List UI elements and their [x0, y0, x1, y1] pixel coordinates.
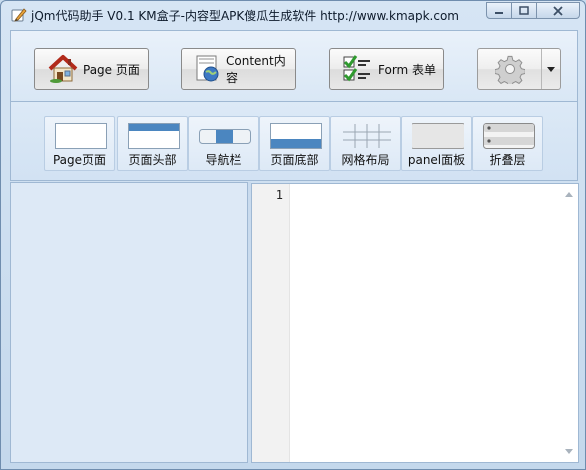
- scroll-down-arrow-icon[interactable]: [565, 449, 573, 454]
- component-label: 页面头部: [128, 153, 177, 167]
- content-button-label: Content内容: [226, 54, 286, 85]
- maximize-icon: [519, 6, 529, 15]
- window-title: jQm代码助手 V0.1 KM盒子-内容型APK傻瓜生成软件 http://ww…: [31, 9, 459, 23]
- gear-icon: [494, 55, 525, 84]
- title-bar[interactable]: jQm代码助手 V0.1 KM盒子-内容型APK傻瓜生成软件 http://ww…: [1, 1, 585, 29]
- settings-button[interactable]: [478, 49, 542, 89]
- component-label: panel面板: [407, 153, 466, 167]
- content-button[interactable]: Content内容: [181, 48, 296, 90]
- vertical-scrollbar[interactable]: [561, 184, 578, 462]
- close-icon: [553, 5, 563, 16]
- grid-preview-icon: [343, 124, 391, 148]
- component-palette: Page页面 页面头部 导航栏 页面底部 网格布局 panel面板 折叠层: [10, 101, 578, 181]
- footer-preview-icon: [270, 123, 322, 149]
- house-icon: [48, 55, 78, 83]
- scroll-up-arrow-icon[interactable]: [565, 192, 573, 197]
- form-button-label: Form 表单: [378, 62, 437, 77]
- chevron-down-icon: [547, 66, 555, 72]
- component-label: 折叠层: [489, 153, 526, 167]
- checklist-icon: [343, 55, 370, 82]
- settings-split-button: [477, 48, 561, 90]
- close-button[interactable]: [536, 2, 580, 19]
- pencil-app-icon: [11, 7, 27, 23]
- form-button[interactable]: Form 表单: [329, 48, 444, 90]
- panel-preview-icon: [412, 123, 464, 149]
- code-editor[interactable]: 1: [251, 183, 579, 463]
- page-button-label: Page 页面: [83, 62, 140, 77]
- component-collapsible[interactable]: 折叠层: [472, 116, 543, 171]
- app-window: jQm代码助手 V0.1 KM盒子-内容型APK傻瓜生成软件 http://ww…: [0, 0, 586, 470]
- component-label: 导航栏: [205, 153, 242, 167]
- component-footer[interactable]: 页面底部: [259, 116, 330, 171]
- minimize-icon: [495, 11, 503, 14]
- main-toolbar: Page 页面 Content内容 Form 表单: [10, 30, 578, 101]
- component-label: 页面底部: [270, 153, 319, 167]
- navbar-preview-icon: [199, 129, 251, 144]
- line-number: 1: [275, 188, 283, 202]
- document-globe-icon: [196, 55, 219, 82]
- collapsible-preview-icon: [483, 123, 535, 149]
- settings-dropdown-button[interactable]: [542, 49, 560, 89]
- component-grid[interactable]: 网格布局: [330, 116, 401, 171]
- header-preview-icon: [128, 123, 180, 149]
- component-label: Page页面: [52, 153, 107, 167]
- page-button[interactable]: Page 页面: [34, 48, 149, 90]
- maximize-button[interactable]: [511, 2, 537, 19]
- structure-tree-pane[interactable]: [10, 182, 250, 463]
- component-label: 网格布局: [341, 153, 390, 167]
- line-number-gutter: 1: [252, 184, 290, 462]
- component-navbar[interactable]: 导航栏: [188, 116, 259, 171]
- component-page[interactable]: Page页面: [44, 116, 115, 171]
- component-header[interactable]: 页面头部: [117, 116, 188, 171]
- minimize-button[interactable]: [486, 2, 512, 19]
- component-panel[interactable]: panel面板: [401, 116, 472, 171]
- page-preview-icon: [55, 123, 107, 149]
